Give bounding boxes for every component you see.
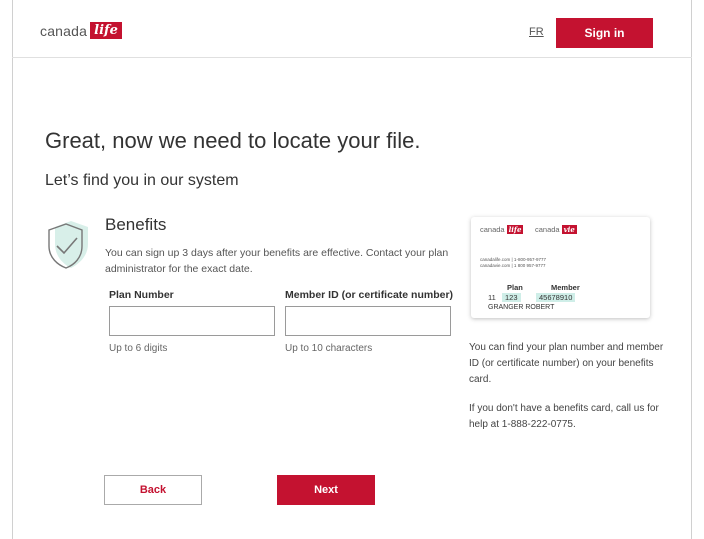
card-logo-vie: canada vie: [535, 225, 577, 234]
card-member-heading: Member: [551, 283, 580, 292]
member-id-input[interactable]: [285, 306, 451, 336]
card-member-number-highlight: 45678910: [536, 293, 576, 302]
site-header: canada life FR Sign in: [12, 0, 692, 58]
language-toggle-link[interactable]: FR: [529, 26, 544, 38]
member-id-hint: Up to 10 characters: [285, 343, 373, 354]
plan-number-input[interactable]: [109, 306, 275, 336]
card-plan-prefix: 11: [488, 293, 496, 302]
canada-life-logo[interactable]: canada life: [40, 22, 122, 39]
benefits-card-image: canada life canada vie canadalife.com | …: [471, 217, 650, 318]
page-title: Great, now we need to locate your file.: [45, 128, 421, 153]
back-button[interactable]: Back: [104, 475, 202, 505]
call-help-text: If you don't have a benefits card, call …: [469, 403, 659, 430]
card-logo-life-word: canada: [480, 225, 505, 234]
card-logo-life-box: life: [506, 225, 524, 234]
shield-check-icon: [48, 221, 88, 269]
card-plan-number: 123: [502, 293, 521, 302]
card-logo-life: canada life: [480, 225, 524, 234]
sign-in-button[interactable]: Sign in: [556, 18, 653, 48]
benefits-description: You can sign up 3 days after your benefi…: [105, 247, 449, 275]
card-plan-number-highlight: 123: [502, 293, 521, 302]
card-logo-vie-box: vie: [561, 225, 577, 234]
member-id-label: Member ID (or certificate number): [285, 289, 454, 301]
plan-number-label: Plan Number: [109, 289, 174, 301]
logo-word: canada: [40, 22, 88, 39]
card-help-text: You can find your plan number and member…: [469, 342, 664, 385]
next-button[interactable]: Next: [277, 475, 375, 505]
card-logo-vie-word: canada: [535, 225, 560, 234]
plan-number-hint: Up to 6 digits: [109, 343, 168, 354]
card-plan-heading: Plan: [507, 283, 523, 292]
logo-box: life: [90, 22, 122, 39]
card-member-name: GRANGER ROBERT: [488, 304, 555, 311]
card-contact-line-2: canadavie.com | 1 800 957-9777: [480, 263, 546, 268]
page-subtitle: Let’s find you in our system: [45, 172, 239, 189]
card-member-number: 45678910: [536, 293, 576, 302]
benefits-heading: Benefits: [105, 215, 167, 234]
card-contact-line-1: canadalife.com | 1-800-957-9777: [480, 257, 546, 262]
